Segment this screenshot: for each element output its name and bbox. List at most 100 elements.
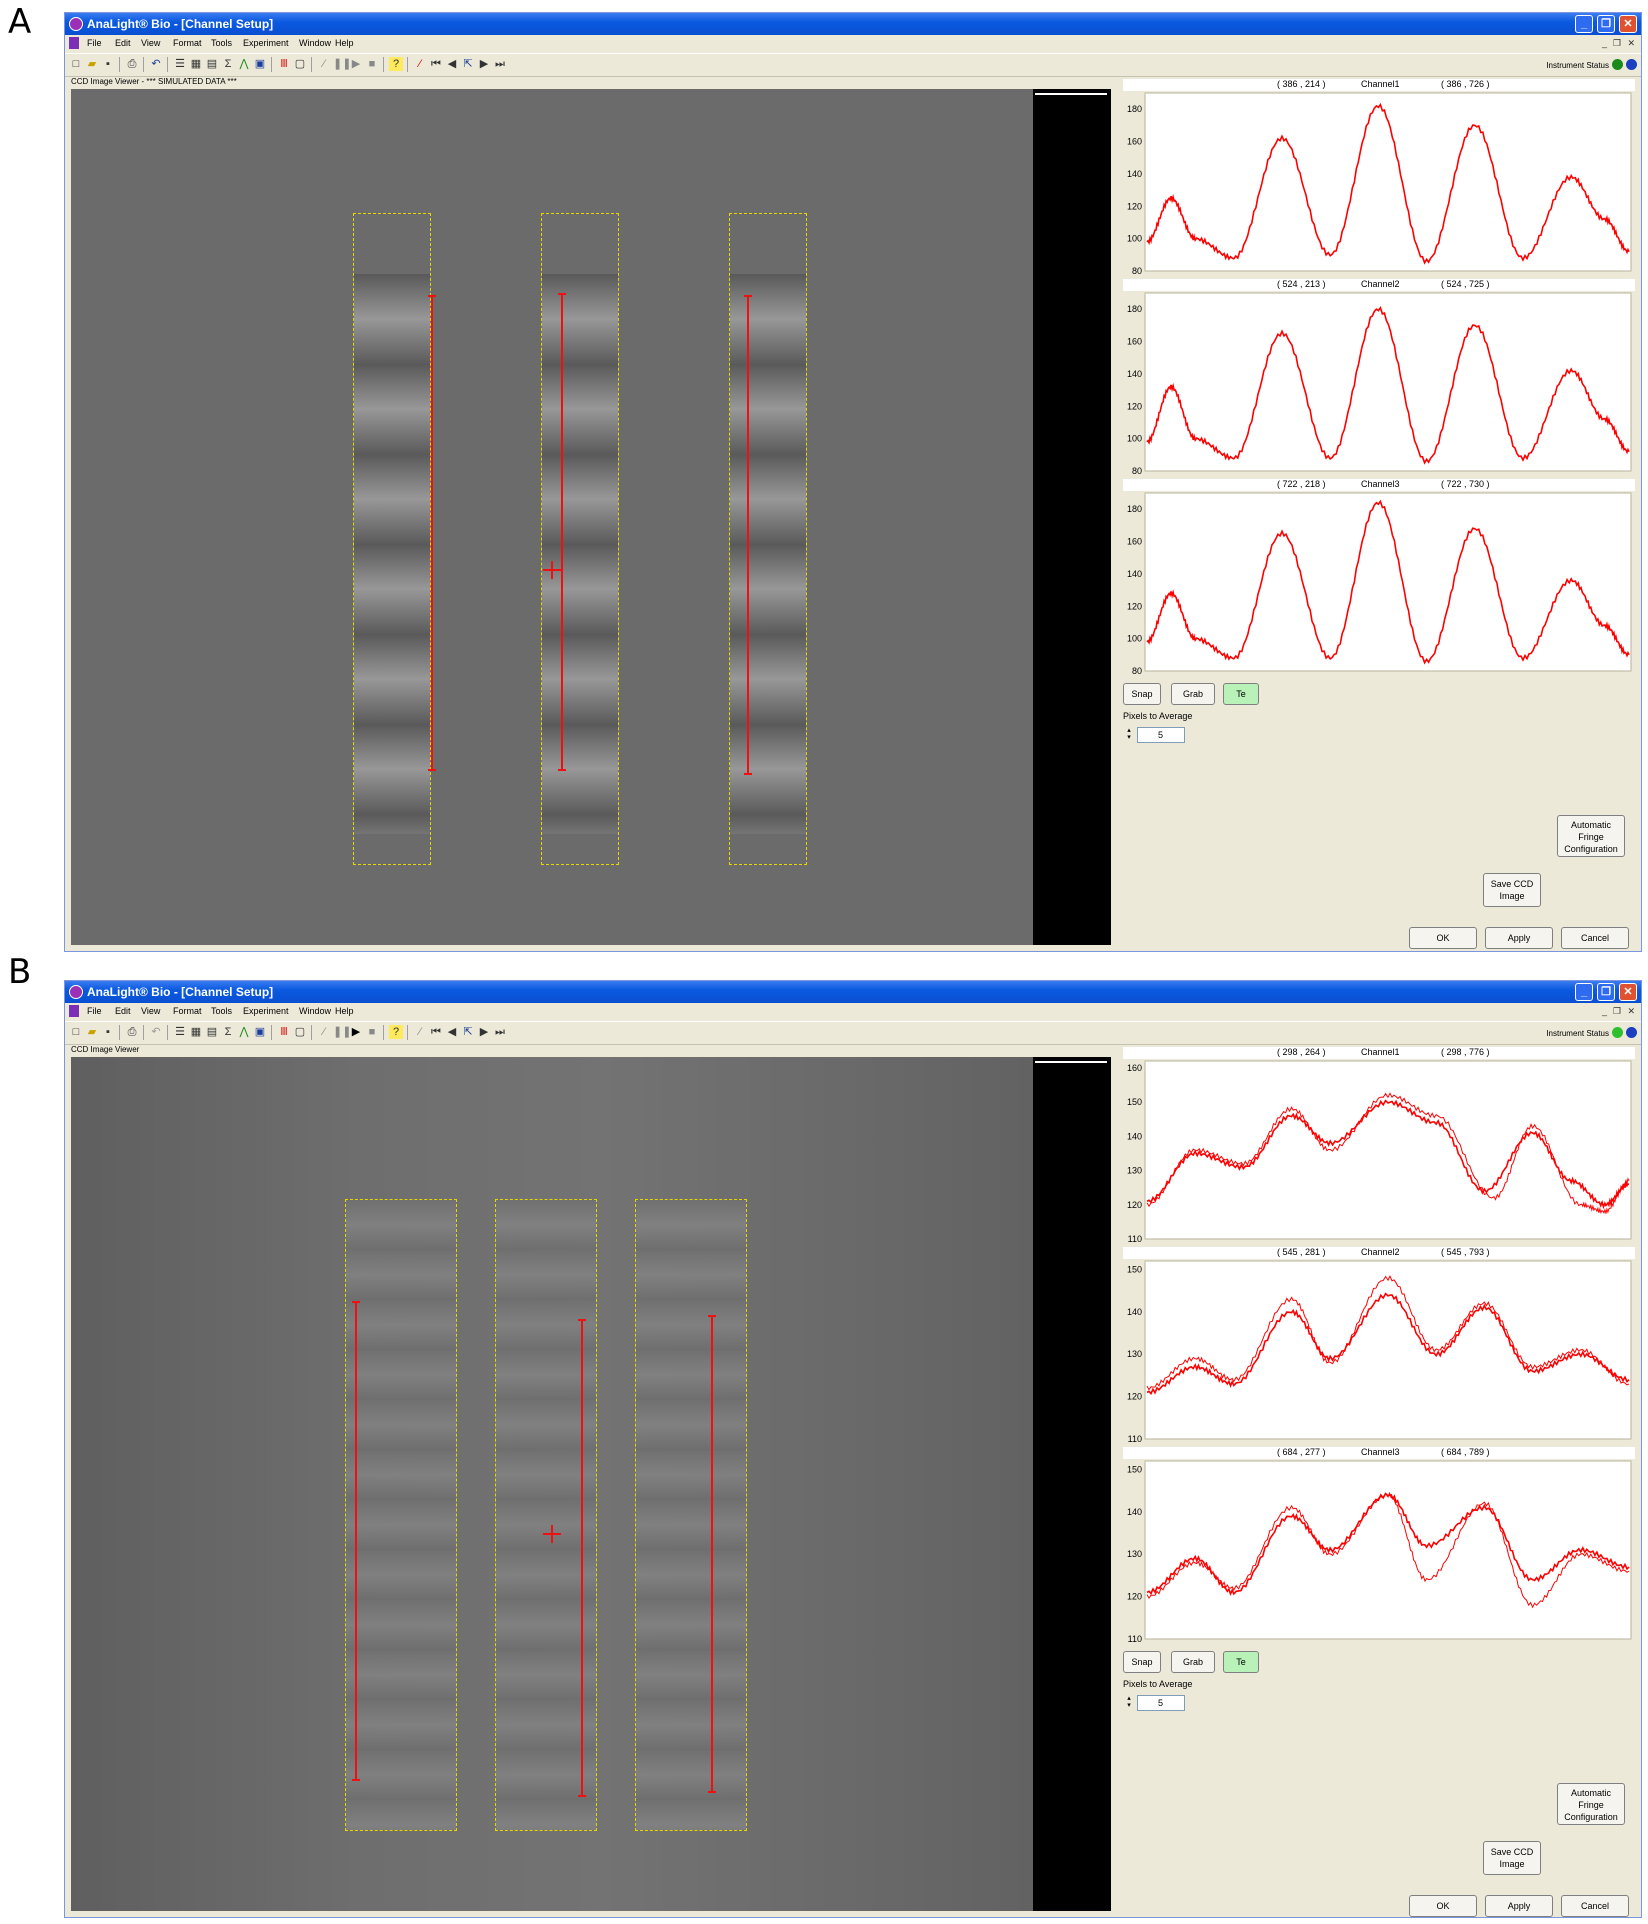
mdi-restore-icon[interactable]: ❐ <box>1613 38 1621 49</box>
new-file-icon[interactable]: □ <box>69 57 83 71</box>
first-icon[interactable]: ⏮ <box>429 57 443 71</box>
grid-view-icon[interactable]: ▦ <box>189 1025 203 1039</box>
grab-button[interactable]: Grab <box>1171 1651 1215 1673</box>
minimize-button[interactable]: _ <box>1575 15 1593 33</box>
apply-button[interactable]: Apply <box>1485 1895 1553 1917</box>
spinner-arrows-icon[interactable]: ▴ ▾ <box>1123 727 1135 743</box>
image-icon[interactable]: ▢ <box>293 1025 307 1039</box>
channels-icon[interactable]: Ⅲ <box>277 1025 291 1039</box>
restore-button[interactable]: ❐ <box>1597 15 1615 33</box>
peaks-icon[interactable]: ⋀ <box>237 57 251 71</box>
roi-channel3[interactable] <box>635 1199 747 1831</box>
new-file-icon[interactable]: □ <box>69 1025 83 1039</box>
sum-icon[interactable]: Σ <box>221 1025 235 1039</box>
chart-icon[interactable]: ▣ <box>253 1025 267 1039</box>
goto-icon[interactable]: ⇱ <box>461 1025 475 1039</box>
goto-icon[interactable]: ⇱ <box>461 57 475 71</box>
channel3-line[interactable] <box>711 1315 713 1793</box>
ccd-image[interactable] <box>71 89 1033 945</box>
menu-file[interactable]: File <box>87 1006 102 1016</box>
list-view-icon[interactable]: ☰ <box>173 1025 187 1039</box>
close-button[interactable]: ✕ <box>1619 983 1637 1001</box>
last-icon[interactable]: ⏭ <box>493 57 507 71</box>
pause-icon[interactable]: ❚❚ <box>333 1025 351 1039</box>
menu-tools[interactable]: Tools <box>211 38 232 48</box>
peaks-icon[interactable]: ⋀ <box>237 1025 251 1039</box>
ok-button[interactable]: OK <box>1409 927 1477 949</box>
mdi-close-icon[interactable]: ✕ <box>1627 1006 1635 1017</box>
mdi-close-icon[interactable]: ✕ <box>1627 38 1635 49</box>
cancel-button[interactable]: Cancel <box>1561 927 1629 949</box>
prev-icon[interactable]: ◀ <box>445 1025 459 1039</box>
automatic-fringe-configuration-button[interactable]: Automatic Fringe Configuration <box>1557 1783 1625 1825</box>
channel1-line[interactable] <box>431 295 433 771</box>
chart-icon[interactable]: ▣ <box>253 57 267 71</box>
undo-icon[interactable]: ↶ <box>149 1025 163 1039</box>
menu-experiment[interactable]: Experiment <box>243 38 289 48</box>
first-icon[interactable]: ⏮ <box>429 1025 443 1039</box>
snap-button[interactable]: Snap <box>1123 683 1161 705</box>
center-crosshair-icon[interactable] <box>543 561 561 579</box>
grab-button[interactable]: Grab <box>1171 683 1215 705</box>
menu-view[interactable]: View <box>141 38 160 48</box>
channel2-line[interactable] <box>581 1319 583 1797</box>
mdi-minimize-icon[interactable]: _ <box>1602 38 1607 48</box>
menu-edit[interactable]: Edit <box>115 38 131 48</box>
roi-channel2[interactable] <box>541 213 619 865</box>
menu-tools[interactable]: Tools <box>211 1006 232 1016</box>
center-crosshair-icon[interactable] <box>543 1525 561 1543</box>
te-button[interactable]: Te <box>1223 1651 1259 1673</box>
open-folder-icon[interactable]: ▰ <box>85 57 99 71</box>
menu-format[interactable]: Format <box>173 38 202 48</box>
close-button[interactable]: ✕ <box>1619 15 1637 33</box>
next-icon[interactable]: ▶ <box>477 1025 491 1039</box>
table-view-icon[interactable]: ▤ <box>205 57 219 71</box>
menu-view[interactable]: View <box>141 1006 160 1016</box>
channel3-line[interactable] <box>747 295 749 775</box>
roi-channel1[interactable] <box>353 213 431 865</box>
last-icon[interactable]: ⏭ <box>493 1025 507 1039</box>
menu-help[interactable]: Help <box>335 38 354 48</box>
pen-icon[interactable]: ⁄ <box>317 1025 331 1039</box>
cancel-button[interactable]: Cancel <box>1561 1895 1629 1917</box>
apply-button[interactable]: Apply <box>1485 927 1553 949</box>
restore-button[interactable]: ❐ <box>1597 983 1615 1001</box>
spinner-arrows-icon[interactable]: ▴ ▾ <box>1123 1695 1135 1711</box>
marker-pen-icon[interactable]: ⁄ <box>413 1025 427 1039</box>
ok-button[interactable]: OK <box>1409 1895 1477 1917</box>
pixels-to-average-input[interactable]: 5 <box>1137 1695 1185 1711</box>
menu-edit[interactable]: Edit <box>115 1006 131 1016</box>
menu-experiment[interactable]: Experiment <box>243 1006 289 1016</box>
save-ccd-image-button[interactable]: Save CCD Image <box>1483 1841 1541 1875</box>
image-icon[interactable]: ▢ <box>293 57 307 71</box>
list-view-icon[interactable]: ☰ <box>173 57 187 71</box>
mdi-minimize-icon[interactable]: _ <box>1602 1006 1607 1016</box>
print-icon[interactable]: ⎙ <box>125 57 139 71</box>
channel1-line[interactable] <box>355 1301 357 1781</box>
minimize-button[interactable]: _ <box>1575 983 1593 1001</box>
undo-icon[interactable]: ↶ <box>149 57 163 71</box>
open-folder-icon[interactable]: ▰ <box>85 1025 99 1039</box>
table-view-icon[interactable]: ▤ <box>205 1025 219 1039</box>
stop-icon[interactable]: ■ <box>365 1025 379 1039</box>
snap-button[interactable]: Snap <box>1123 1651 1161 1673</box>
automatic-fringe-configuration-button[interactable]: Automatic Fringe Configuration <box>1557 815 1625 857</box>
play-icon[interactable]: ▶ <box>349 1025 363 1039</box>
grid-view-icon[interactable]: ▦ <box>189 57 203 71</box>
channels-icon[interactable]: Ⅲ <box>277 57 291 71</box>
te-button[interactable]: Te <box>1223 683 1259 705</box>
menu-format[interactable]: Format <box>173 1006 202 1016</box>
mdi-restore-icon[interactable]: ❐ <box>1613 1006 1621 1017</box>
help-icon[interactable]: ? <box>389 1025 403 1039</box>
roi-channel1[interactable] <box>345 1199 457 1831</box>
stop-icon[interactable]: ■ <box>365 57 379 71</box>
save-icon[interactable]: ▪ <box>101 1025 115 1039</box>
roi-channel3[interactable] <box>729 213 807 865</box>
pen-icon[interactable]: ⁄ <box>317 57 331 71</box>
prev-icon[interactable]: ◀ <box>445 57 459 71</box>
sum-icon[interactable]: Σ <box>221 57 235 71</box>
pixels-to-average-input[interactable]: 5 <box>1137 727 1185 743</box>
help-icon[interactable]: ? <box>389 57 403 71</box>
play-icon[interactable]: ▶ <box>349 57 363 71</box>
next-icon[interactable]: ▶ <box>477 57 491 71</box>
